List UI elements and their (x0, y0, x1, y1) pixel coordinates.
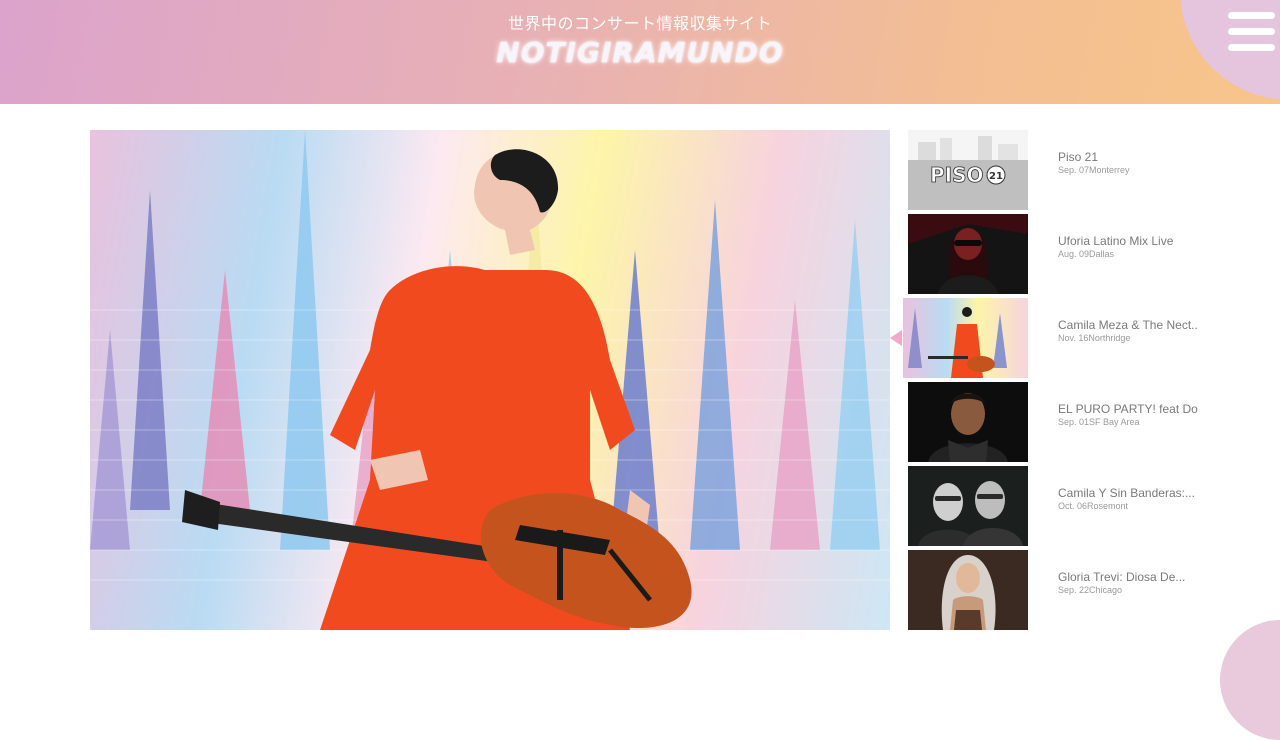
site-tagline: 世界中のコンサート情報収集サイト (507, 14, 772, 33)
event-title[interactable]: Gloria Trevi: Diosa De... (1058, 570, 1198, 584)
event-thumbnail[interactable]: PISO 21 (908, 130, 1028, 210)
event-item[interactable]: Gloria Trevi: Diosa De... Sep. 22Chicago (908, 550, 1208, 630)
event-city: Monterrey (1089, 165, 1130, 175)
event-thumbnail[interactable] (908, 550, 1028, 630)
event-date: Sep. 22 (1058, 585, 1090, 595)
event-meta: Sep. 01SF Bay Area (1058, 417, 1140, 427)
event-meta: Sep. 22Chicago (1058, 585, 1122, 595)
active-pointer-icon (890, 330, 902, 346)
uforia-thumbnail-art (908, 214, 1028, 294)
camila-thumbnail-art (903, 298, 1028, 378)
hero-image[interactable] (90, 130, 890, 630)
event-title[interactable]: Camila Y Sin Banderas:... (1058, 486, 1198, 500)
event-date: Sep. 01 (1058, 417, 1090, 427)
event-title[interactable]: EL PURO PARTY! feat Do.. (1058, 402, 1198, 416)
decorative-bottom-circle (1220, 620, 1280, 740)
event-title[interactable]: Camila Meza & The Nect.. (1058, 318, 1198, 332)
event-meta: Oct. 06Rosemont (1058, 501, 1128, 511)
event-item-active[interactable]: Camila Meza & The Nect.. Nov. 16Northrid… (890, 298, 1208, 378)
event-item[interactable]: PISO 21 Piso 21 Sep. 07Monterrey (908, 130, 1208, 210)
svg-text:21: 21 (989, 171, 1003, 182)
event-thumbnail[interactable] (908, 466, 1028, 546)
camilay-thumbnail-art (908, 466, 1028, 546)
event-city: Chicago (1089, 585, 1123, 595)
event-item[interactable]: EL PURO PARTY! feat Do.. Sep. 01SF Bay A… (908, 382, 1208, 462)
hamburger-line (1228, 28, 1275, 35)
event-thumbnail[interactable] (908, 382, 1028, 462)
event-title[interactable]: Piso 21 (1058, 150, 1198, 164)
event-date: Sep. 07 (1058, 165, 1090, 175)
elpuro-thumbnail-art (908, 382, 1028, 462)
piso21-thumbnail-art: PISO 21 (908, 130, 1028, 210)
event-city: SF Bay Area (1089, 417, 1140, 427)
event-date: Aug. 09 (1058, 249, 1090, 259)
event-meta: Sep. 07Monterrey (1058, 165, 1130, 175)
event-item[interactable]: Uforia Latino Mix Live Aug. 09Dallas (908, 214, 1208, 294)
event-thumbnail[interactable] (908, 214, 1028, 294)
site-header: 世界中のコンサート情報収集サイト NOTIGIRAMUNDO (0, 0, 1280, 104)
event-title[interactable]: Uforia Latino Mix Live (1058, 234, 1198, 248)
event-city: Northridge (1088, 333, 1131, 343)
hero-artwork (90, 130, 890, 630)
event-city: Dallas (1089, 249, 1115, 259)
site-logo[interactable]: NOTIGIRAMUNDO (0, 36, 1280, 69)
svg-text:PISO: PISO (930, 163, 984, 187)
hamburger-line (1228, 44, 1275, 51)
hamburger-icon[interactable] (1228, 12, 1276, 54)
event-date: Nov. 16 (1058, 333, 1089, 343)
event-item[interactable]: Camila Y Sin Banderas:... Oct. 06Rosemon… (908, 466, 1208, 546)
event-date: Oct. 06 (1058, 501, 1088, 511)
event-thumbnail[interactable] (903, 298, 1028, 378)
hamburger-line (1228, 12, 1275, 19)
event-meta: Aug. 09Dallas (1058, 249, 1114, 259)
event-meta: Nov. 16Northridge (1058, 333, 1130, 343)
event-city: Rosemont (1087, 501, 1129, 511)
gloria-thumbnail-art (908, 550, 1028, 630)
